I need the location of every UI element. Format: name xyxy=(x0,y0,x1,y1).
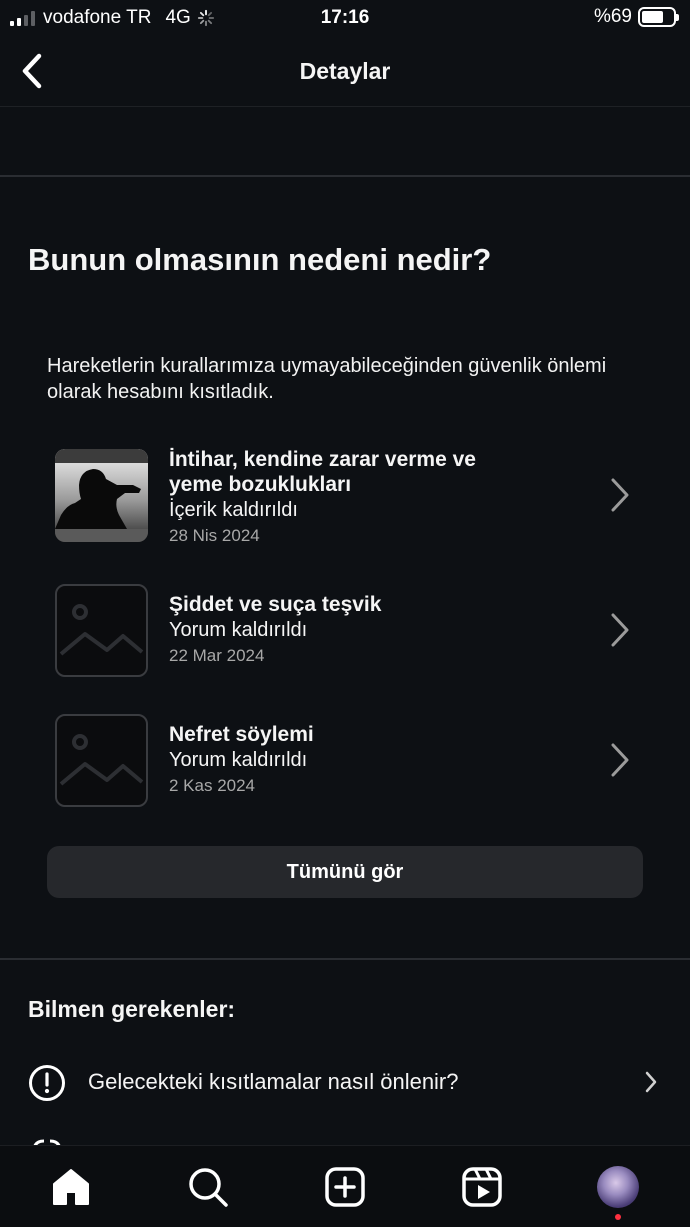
violation-type: Yorum kaldırıldı xyxy=(169,749,308,771)
profile-avatar[interactable] xyxy=(597,1166,639,1208)
violation-item[interactable]: İntihar, kendine zarar verme ve yeme bozu… xyxy=(55,447,645,547)
prevent-restrictions-row[interactable]: Gelecekteki kısıtlamalar nasıl önlenir? xyxy=(28,1062,668,1104)
violation-item[interactable]: Nefret söylemi Yorum kaldırıldı 2 Kas 20… xyxy=(55,714,645,807)
violation-type: İçerik kaldırıldı xyxy=(169,499,298,521)
reason-description: Hareketlerin kurallarımıza uymayabileceğ… xyxy=(47,355,607,403)
chevron-right-icon xyxy=(611,613,629,647)
content-thumbnail xyxy=(55,449,148,542)
section-divider xyxy=(0,175,690,177)
violation-title: İntihar, kendine zarar verme ve yeme bozu… xyxy=(169,448,476,496)
violation-type: Yorum kaldırıldı xyxy=(169,619,308,641)
search-tab[interactable] xyxy=(185,1164,231,1210)
violation-title: Şiddet ve suça teşvik xyxy=(169,593,382,616)
prevent-restrictions-label: Gelecekteki kısıtlamalar nasıl önlenir? xyxy=(88,1069,459,1094)
clock: 17:16 xyxy=(320,7,370,28)
bottom-tab-bar xyxy=(0,1145,690,1227)
create-icon xyxy=(325,1167,365,1207)
chevron-right-icon xyxy=(611,478,629,512)
alert-circle-icon xyxy=(29,1065,65,1101)
search-icon xyxy=(189,1168,228,1207)
violation-item[interactable]: Şiddet ve suça teşvik Yorum kaldırıldı 2… xyxy=(55,584,645,677)
page-title: Detaylar xyxy=(299,58,391,84)
create-tab[interactable] xyxy=(322,1164,368,1210)
home-icon xyxy=(53,1169,89,1205)
status-bar: vodafone TR 4G 17:16 %69 xyxy=(0,0,690,36)
reels-tab[interactable] xyxy=(459,1164,505,1210)
violation-date: 22 Mar 2024 xyxy=(169,646,265,665)
violation-date: 2 Kas 2024 xyxy=(169,776,256,795)
reels-icon xyxy=(462,1167,502,1207)
violation-title: Nefret söylemi xyxy=(169,723,314,746)
nav-divider xyxy=(0,106,690,107)
chevron-right-icon xyxy=(611,743,629,777)
partial-row-icon xyxy=(30,1137,64,1145)
info-heading: Bilmen gerekenler: xyxy=(28,996,236,1022)
image-placeholder-icon xyxy=(55,584,148,677)
notification-dot xyxy=(615,1214,621,1220)
chevron-right-icon xyxy=(645,1071,657,1093)
battery-percentage: %69 xyxy=(593,6,632,27)
reason-heading: Bunun olmasının nedeni nedir? xyxy=(28,242,492,277)
home-tab[interactable] xyxy=(48,1164,94,1210)
section-divider xyxy=(0,958,690,960)
image-placeholder-icon xyxy=(55,714,148,807)
see-all-button[interactable]: Tümünü gör xyxy=(47,846,643,898)
violation-date: 28 Nis 2024 xyxy=(169,526,260,545)
battery-icon xyxy=(638,7,679,27)
navigation-bar: Detaylar xyxy=(0,36,690,106)
